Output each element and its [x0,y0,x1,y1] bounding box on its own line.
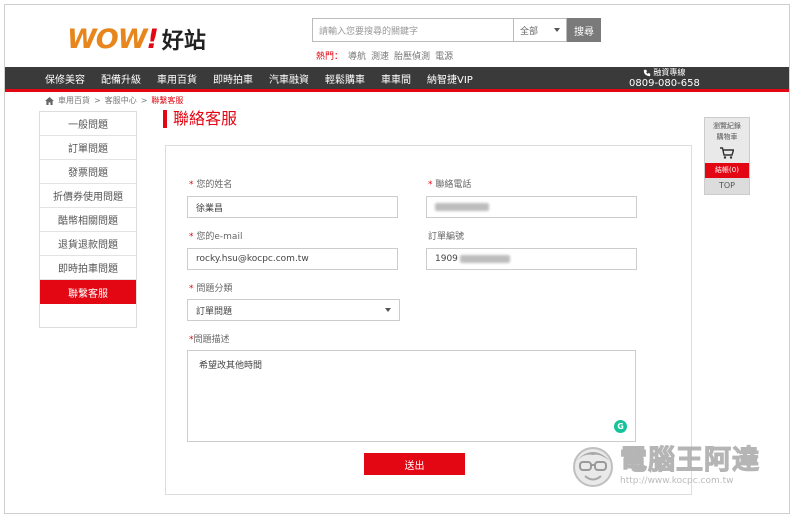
breadcrumb-item[interactable]: 車用百貨 [58,95,90,106]
sidebar-item-invoice[interactable]: 發票問題 [40,160,136,184]
hot-keywords: 熱門： 導航 測速 胎壓偵測 電源 [316,49,453,62]
sidebar-item-contact[interactable]: 聯繫客服 [40,280,136,304]
sidebar-item-coins[interactable]: 酷幣相關問題 [40,208,136,232]
floating-cart-widget: 瀏覽紀錄 購物車 結帳(0) TOP [704,117,750,195]
home-icon[interactable] [45,96,54,105]
search-scope-select[interactable]: 全部 [514,18,567,42]
nav-item-buy-car[interactable]: 輕鬆購車 [325,71,365,86]
breadcrumb-item[interactable]: 客服中心 [105,95,137,106]
hotline-label: 融資專線 [653,68,686,77]
description-label: *問題描述 [189,335,230,345]
site-logo[interactable]: WOW! 好站 [67,23,206,55]
category-select[interactable]: 訂單問題 [187,299,400,321]
email-label: * 您的e-mail [189,232,243,242]
hot-tag[interactable]: 電源 [435,49,453,62]
breadcrumb-separator: > [94,96,101,105]
nav-item-maintenance[interactable]: 保修美容 [45,71,85,86]
order-label: 訂單編號 [428,232,465,242]
sidebar-item-refund[interactable]: 退貨退款問題 [40,232,136,256]
search-button[interactable]: 搜尋 [567,18,601,42]
hotline-number: 0809-080-658 [629,78,700,89]
search-scope-value: 全部 [520,26,539,37]
back-to-top-button[interactable]: TOP [705,178,749,194]
email-field[interactable]: rocky.hsu@kocpc.com.tw [187,248,398,270]
sidebar-item-orders[interactable]: 訂單問題 [40,136,136,160]
hot-tag[interactable]: 測速 [371,49,389,62]
redacted-phone [435,203,489,211]
name-field[interactable]: 徐業昌 [187,196,398,218]
watermark-title: 電腦王阿達 [620,444,760,476]
cart-label[interactable]: 購物車 [705,132,749,143]
phone-label: * 聯絡電話 [428,180,472,190]
sidebar-item-auction[interactable]: 即時拍車問題 [40,256,136,280]
breadcrumb-separator: > [140,96,148,105]
phone-field[interactable] [426,196,637,218]
nav-item-upgrade[interactable]: 配備升級 [101,71,141,86]
phone-icon [644,69,651,77]
page-frame: WOW! 好站 請輸入您要搜尋的關鍵字 全部 搜尋 熱門： 導航 測速 胎壓偵測… [4,4,790,514]
nav-item-accessories[interactable]: 車用百貨 [157,71,197,86]
logo-site-text: 好站 [161,29,206,54]
search-input[interactable]: 請輸入您要搜尋的關鍵字 [312,18,514,42]
nav-item-auction[interactable]: 即時拍車 [213,71,253,86]
nav-item-finance[interactable]: 汽車融資 [269,71,309,86]
nav-item-community[interactable]: 車車間 [381,71,411,86]
hot-tag[interactable]: 胎壓偵測 [394,49,430,62]
watermark: 電腦王阿達 http://www.kocpc.com.tw [570,443,760,489]
logo-wow-text: WOW! [67,24,159,55]
order-number-field[interactable]: 1909 [426,248,637,270]
hot-label: 熱門： [316,52,344,62]
watermark-url: http://www.kocpc.com.tw [620,475,734,486]
sidebar-item-coupon[interactable]: 折價券使用問題 [40,184,136,208]
checkout-button[interactable]: 結帳(0) [705,163,749,178]
breadcrumb: 車用百貨 > 客服中心 > 聯繫客服 [45,95,183,106]
main-navbar: 保修美容 配備升級 車用百貨 即時拍車 汽車融資 輕鬆購車 車車間 納智捷VIP… [5,67,789,92]
mascot-face-icon [573,447,613,487]
sidebar-item-general[interactable]: 一般問題 [40,112,136,136]
help-sidebar: 一般問題 訂單問題 發票問題 折價券使用問題 酷幣相關問題 退貨退款問題 即時拍… [39,111,137,328]
grammarly-icon[interactable]: G [614,420,627,433]
breadcrumb-current: 聯繫客服 [151,96,184,105]
hot-tag[interactable]: 導航 [348,49,366,62]
submit-button[interactable]: 送出 [364,453,465,475]
name-label: * 您的姓名 [189,180,233,190]
description-textarea[interactable]: 希望改其他時間 G [187,350,636,442]
chevron-down-icon [554,28,560,32]
nav-item-luxgen-vip[interactable]: 納智捷VIP [427,71,473,86]
page-title: 聯絡客服 [163,110,237,128]
redacted-order [459,255,510,263]
finance-hotline[interactable]: 融資專線 0809-080-658 [629,68,700,89]
search-placeholder: 請輸入您要搜尋的關鍵字 [319,26,419,37]
sidebar-spacer [40,304,136,327]
cart-icon[interactable] [705,143,749,163]
category-label: * 問題分類 [189,284,233,294]
browse-history-link[interactable]: 瀏覽紀錄 [705,118,749,132]
chevron-down-icon [385,308,391,312]
